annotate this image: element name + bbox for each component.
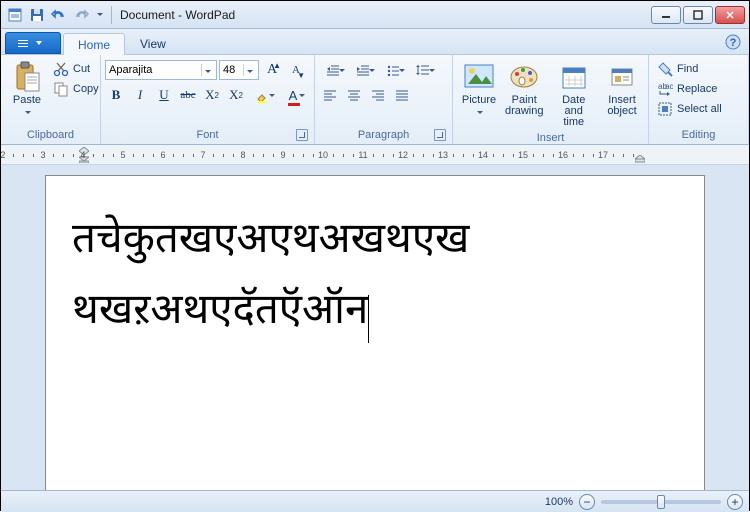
select-all-icon [657,101,673,117]
font-color-button[interactable]: A [279,84,307,106]
object-icon [609,59,635,95]
paste-icon [13,59,41,95]
window-controls [651,6,745,24]
help-button[interactable]: ? [725,34,741,50]
ruler[interactable]: 234567891011121314151617 [1,145,749,165]
font-dialog-launcher[interactable] [296,129,308,141]
group-insert: Picture Paint drawing Date and time Inse… [453,55,649,144]
replace-button[interactable]: abac Replace [653,79,721,99]
shrink-font-button[interactable]: A▼ [285,59,307,81]
group-label-editing: Editing [653,127,744,144]
document-area[interactable]: तचेकुतखएअएथअखथएख थखऱअथएदॅतऍऑन [1,165,749,490]
window-title: Document - WordPad [118,8,651,22]
group-label-clipboard: Clipboard [5,127,96,144]
picture-icon [464,59,494,95]
superscript-button[interactable]: X2 [225,84,247,106]
svg-text:ac: ac [665,82,673,91]
svg-text:?: ? [730,37,737,49]
bold-button[interactable]: B [105,84,127,106]
calendar-icon [561,59,587,95]
qat-customize-button[interactable] [93,5,105,25]
save-button[interactable] [27,5,47,25]
zoom-slider[interactable] [601,500,721,504]
page[interactable]: तचेकुतखएअएथअखथएख थखऱअथएदॅतऍऑन [45,175,705,490]
copy-icon [53,81,69,97]
align-right-button[interactable] [367,84,389,106]
select-all-button[interactable]: Select all [653,99,726,119]
font-family-combo[interactable]: Aparajita [105,60,217,80]
underline-button[interactable]: U [153,84,175,106]
subscript-button[interactable]: X2 [201,84,223,106]
picture-button[interactable]: Picture [457,57,501,119]
app-menu-icon[interactable] [5,5,25,25]
increase-indent-button[interactable] [349,59,377,81]
group-clipboard: Paste Cut Copy Clipboard [1,55,101,144]
insert-object-button[interactable]: Insert object [600,57,644,119]
document-text[interactable]: तचेकुतखएअएथअखथएख थखऱअथएदॅतऍऑन [72,216,469,333]
font-size-combo[interactable]: 48 [219,60,259,80]
group-paragraph: Paragraph [315,55,453,144]
file-menu-icon [18,38,28,48]
group-label-paragraph: Paragraph [358,129,409,141]
group-label-font: Font [196,129,218,141]
grow-font-button[interactable]: A▲ [261,59,283,81]
ribbon-tabs: Home View ? [1,29,749,55]
cut-icon [53,61,69,77]
redo-button[interactable] [71,5,91,25]
replace-icon: abac [657,81,673,97]
zoom-in-button[interactable]: + [727,494,743,510]
group-editing: Find abac Replace Select all Editing [649,55,749,144]
file-menu-button[interactable] [5,32,61,54]
ribbon: Paste Cut Copy Clipboard Aparajita [1,55,749,145]
italic-button[interactable]: I [129,84,151,106]
copy-button[interactable]: Copy [49,79,103,99]
strikethrough-button[interactable]: abc [177,84,199,106]
tab-home[interactable]: Home [63,33,125,55]
align-center-button[interactable] [343,84,365,106]
align-justify-button[interactable] [391,84,413,106]
group-font: Aparajita 48 A▲ A▼ B I U abc X2 X2 [101,55,315,144]
quick-access-toolbar [5,5,105,25]
maximize-button[interactable] [683,6,713,24]
title-bar: Document - WordPad [1,1,749,29]
line-spacing-button[interactable] [409,59,437,81]
paste-button[interactable]: Paste [5,57,49,119]
list-button[interactable] [379,59,407,81]
zoom-out-button[interactable]: − [579,494,595,510]
cut-button[interactable]: Cut [49,59,103,79]
right-indent-marker[interactable] [635,155,645,163]
paint-drawing-button[interactable]: Paint drawing [501,57,547,119]
find-icon [657,61,673,77]
minimize-button[interactable] [651,6,681,24]
zoom-thumb[interactable] [657,495,665,509]
highlight-button[interactable] [249,84,277,106]
undo-button[interactable] [49,5,69,25]
align-left-button[interactable] [319,84,341,106]
tab-view[interactable]: View [125,32,181,54]
date-time-button[interactable]: Date and time [547,57,600,130]
decrease-indent-button[interactable] [319,59,347,81]
close-button[interactable] [715,6,745,24]
paint-icon [509,59,539,95]
text-caret [368,295,369,343]
paragraph-dialog-launcher[interactable] [434,129,446,141]
status-bar: 100% − + [1,490,749,512]
zoom-percent: 100% [545,496,573,508]
find-button[interactable]: Find [653,59,702,79]
